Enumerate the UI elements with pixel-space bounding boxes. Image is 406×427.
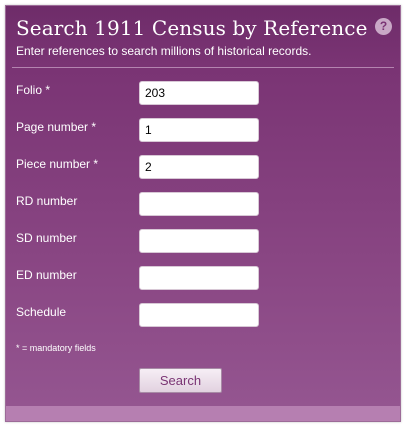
piece-number-input[interactable] <box>139 155 259 179</box>
page-number-input[interactable] <box>139 118 259 142</box>
page-number-row: Page number * <box>6 118 400 144</box>
sd-number-label: SD number <box>16 231 77 245</box>
rd-number-input[interactable] <box>139 192 259 216</box>
help-icon[interactable]: ? <box>375 18 392 35</box>
rd-number-label: RD number <box>16 194 78 208</box>
schedule-input[interactable] <box>139 303 259 327</box>
search-button[interactable]: Search <box>139 368 222 393</box>
sd-number-row: SD number <box>6 229 400 255</box>
page-number-label: Page number * <box>16 120 97 134</box>
schedule-label: Schedule <box>16 305 67 319</box>
panel-header: Search 1911 Census by Reference Enter re… <box>6 6 400 66</box>
folio-input[interactable] <box>139 81 259 105</box>
schedule-row: Schedule <box>6 303 400 329</box>
piece-number-label: Piece number * <box>16 157 99 171</box>
folio-label: Folio * <box>16 83 51 97</box>
ed-number-label: ED number <box>16 268 77 282</box>
ed-number-input[interactable] <box>139 266 259 290</box>
rd-number-row: RD number <box>6 192 400 218</box>
panel-title: Search 1911 Census by Reference <box>16 16 368 40</box>
piece-number-row: Piece number * <box>6 155 400 181</box>
ed-number-row: ED number <box>6 266 400 292</box>
search-form: Folio * Page number * Piece number * RD … <box>6 68 400 406</box>
panel-subtitle: Enter references to search millions of h… <box>16 44 312 58</box>
panel-footer-bar <box>6 406 400 421</box>
sd-number-input[interactable] <box>139 229 259 253</box>
folio-row: Folio * <box>6 81 400 107</box>
mandatory-fields-note: * = mandatory fields <box>16 343 96 353</box>
census-search-panel: Search 1911 Census by Reference Enter re… <box>5 5 401 422</box>
